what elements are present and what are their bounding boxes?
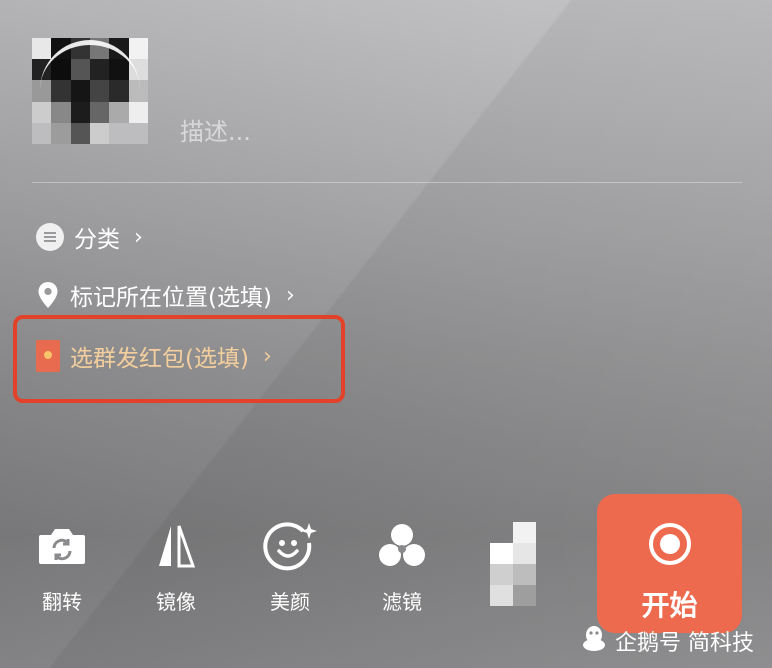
mirror-label: 镜像 bbox=[156, 590, 196, 614]
chevron-right-icon: › bbox=[134, 224, 143, 250]
penguin-icon bbox=[581, 624, 607, 658]
watermark-text: 企鹅号 简科技 bbox=[615, 631, 754, 656]
filter-button[interactable]: 滤镜 bbox=[362, 520, 442, 615]
chevron-right-icon: › bbox=[285, 282, 295, 308]
camera-flip-icon bbox=[37, 520, 87, 572]
face-sparkle-icon bbox=[263, 520, 317, 572]
beauty-label: 美颜 bbox=[270, 590, 310, 614]
start-label: 开始 bbox=[641, 589, 698, 622]
highlight-box bbox=[13, 315, 345, 403]
filter-circles-icon bbox=[376, 520, 428, 572]
mirror-button[interactable]: 镜像 bbox=[136, 520, 216, 615]
map-pin-icon bbox=[36, 280, 60, 310]
location-option[interactable]: 标记所在位置(选填) › bbox=[36, 278, 295, 312]
censored-tool-button[interactable] bbox=[490, 522, 536, 606]
category-label: 分类 bbox=[74, 227, 120, 253]
divider bbox=[32, 182, 742, 183]
flip-button[interactable]: 翻转 bbox=[22, 520, 102, 615]
category-option[interactable]: 分类 › bbox=[36, 220, 143, 254]
beauty-button[interactable]: 美颜 bbox=[250, 520, 330, 615]
filter-label: 滤镜 bbox=[382, 590, 422, 614]
cover-arc-decoration bbox=[40, 40, 140, 140]
flip-label: 翻转 bbox=[42, 590, 82, 614]
description-input[interactable]: 描述... bbox=[180, 112, 251, 147]
mirror-icon bbox=[149, 520, 203, 572]
list-circle-icon bbox=[36, 223, 64, 251]
location-label: 标记所在位置(选填) bbox=[70, 285, 272, 311]
watermark: 企鹅号 简科技 bbox=[581, 624, 754, 658]
start-button[interactable]: 开始 bbox=[597, 494, 742, 633]
record-icon bbox=[648, 522, 692, 570]
